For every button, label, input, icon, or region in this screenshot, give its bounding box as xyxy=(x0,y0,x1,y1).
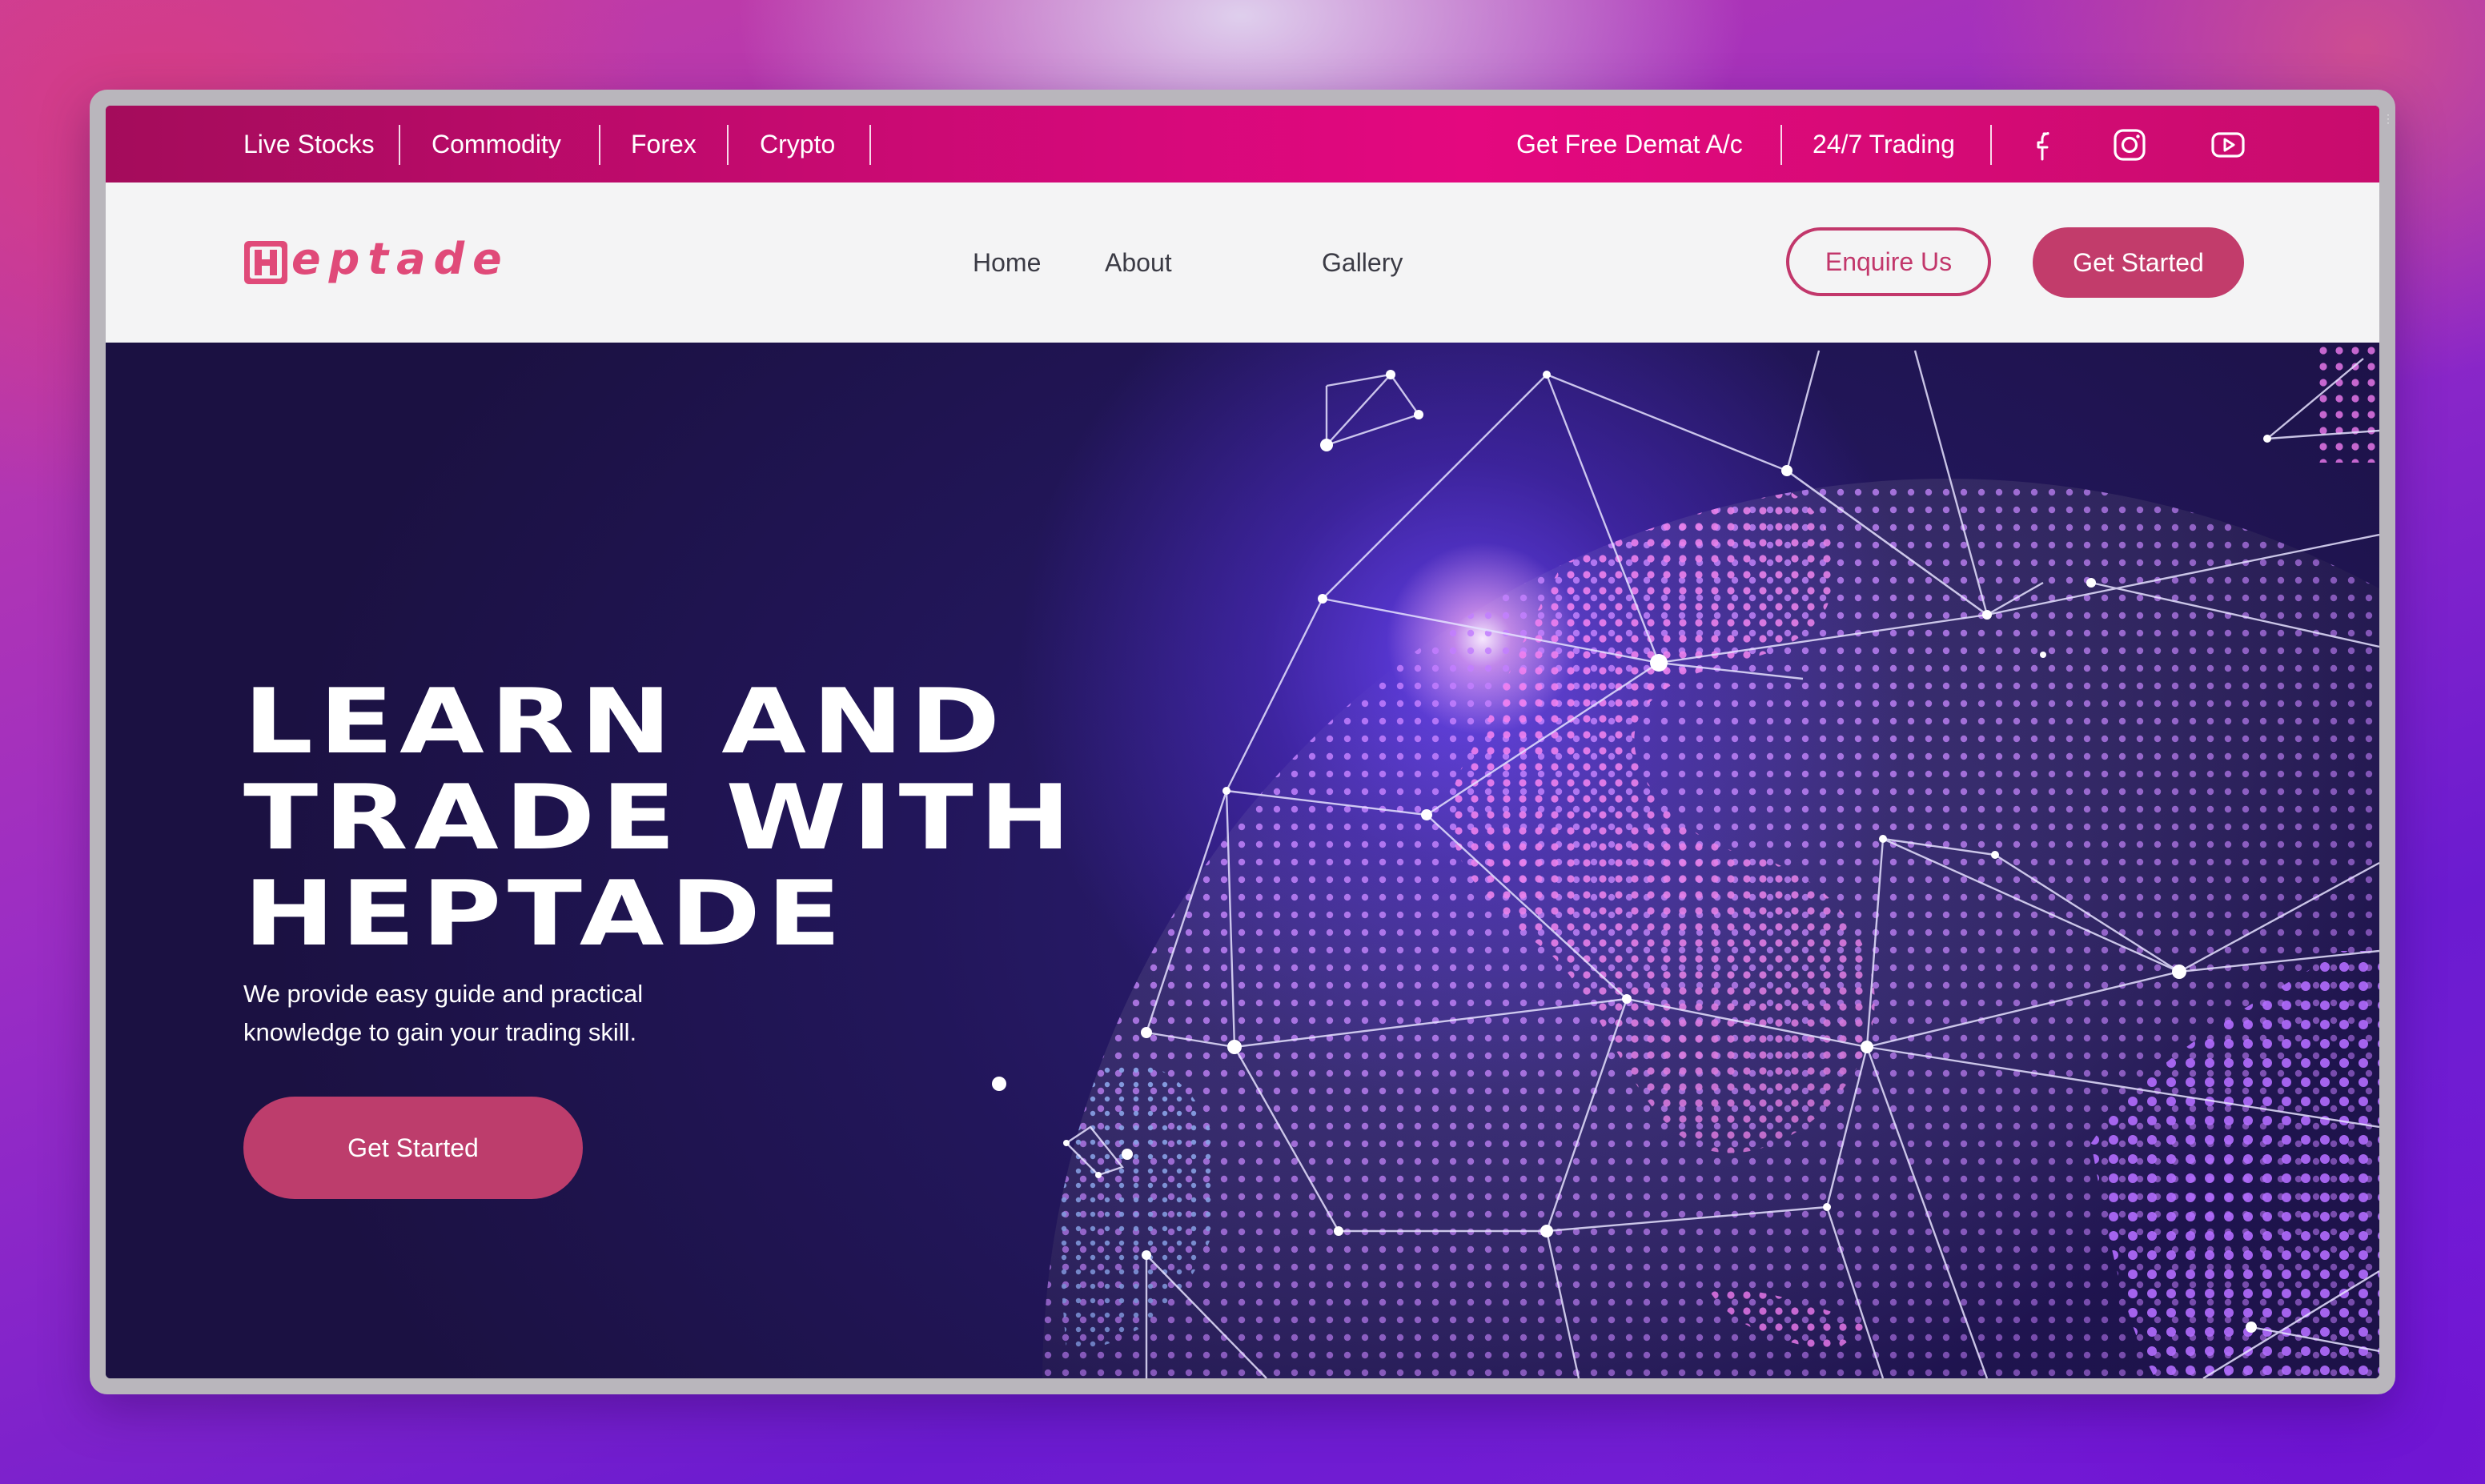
hero-subtitle-line-1: We provide easy guide and practical xyxy=(243,980,644,1008)
page-viewport: Live Stocks Commodity Forex Crypto Get F… xyxy=(106,106,2379,1378)
topbar-link-commodity[interactable]: Commodity xyxy=(432,106,561,182)
nav-link-about[interactable]: About xyxy=(1105,182,1172,343)
facebook-icon[interactable] xyxy=(2022,126,2059,163)
nav-get-started-button[interactable]: Get Started xyxy=(2033,227,2244,298)
logo-mark-icon xyxy=(244,241,287,284)
window-resize-grip[interactable]: ⋮ xyxy=(2383,113,2394,146)
enquire-us-button[interactable]: Enquire Us xyxy=(1786,227,1991,296)
hero-subtitle: We provide easy guide and practical know… xyxy=(243,975,740,1052)
topbar-divider xyxy=(399,125,400,165)
youtube-icon[interactable] xyxy=(2210,126,2246,163)
hero-section: LEARN AND TRADE WITH HEPTADE We provide … xyxy=(106,343,2379,1378)
topbar-link-demat[interactable]: Get Free Demat A/c xyxy=(1516,106,1743,182)
top-bar: Live Stocks Commodity Forex Crypto Get F… xyxy=(106,106,2379,182)
hero-subtitle-line-2: knowledge to gain your trading skill. xyxy=(243,1018,637,1046)
nav-link-home[interactable]: Home xyxy=(973,182,1041,343)
hero-get-started-button[interactable]: Get Started xyxy=(243,1097,583,1199)
topbar-divider xyxy=(1990,125,1992,165)
logo-text: eptade xyxy=(291,234,510,284)
topbar-link-crypto[interactable]: Crypto xyxy=(760,106,835,182)
topbar-divider xyxy=(727,125,729,165)
topbar-link-live-stocks[interactable]: Live Stocks xyxy=(243,106,375,182)
browser-window: Live Stocks Commodity Forex Crypto Get F… xyxy=(90,90,2395,1394)
hero-heading-line-2: TRADE WITH xyxy=(243,766,1077,870)
topbar-link-forex[interactable]: Forex xyxy=(631,106,697,182)
topbar-divider xyxy=(599,125,600,165)
nav-link-gallery[interactable]: Gallery xyxy=(1322,182,1403,343)
hero-heading-line-1: LEARN AND xyxy=(243,670,1006,774)
topbar-link-trading[interactable]: 24/7 Trading xyxy=(1813,106,1955,182)
main-navigation: eptade Home About Gallery Enquire Us Get… xyxy=(106,182,2379,343)
instagram-icon[interactable] xyxy=(2111,126,2148,163)
topbar-divider xyxy=(1780,125,1782,165)
topbar-divider xyxy=(869,125,871,165)
hero-heading-line-3: HEPTADE xyxy=(243,862,848,966)
hero-heading: LEARN AND TRADE WITH HEPTADE xyxy=(243,674,1077,962)
